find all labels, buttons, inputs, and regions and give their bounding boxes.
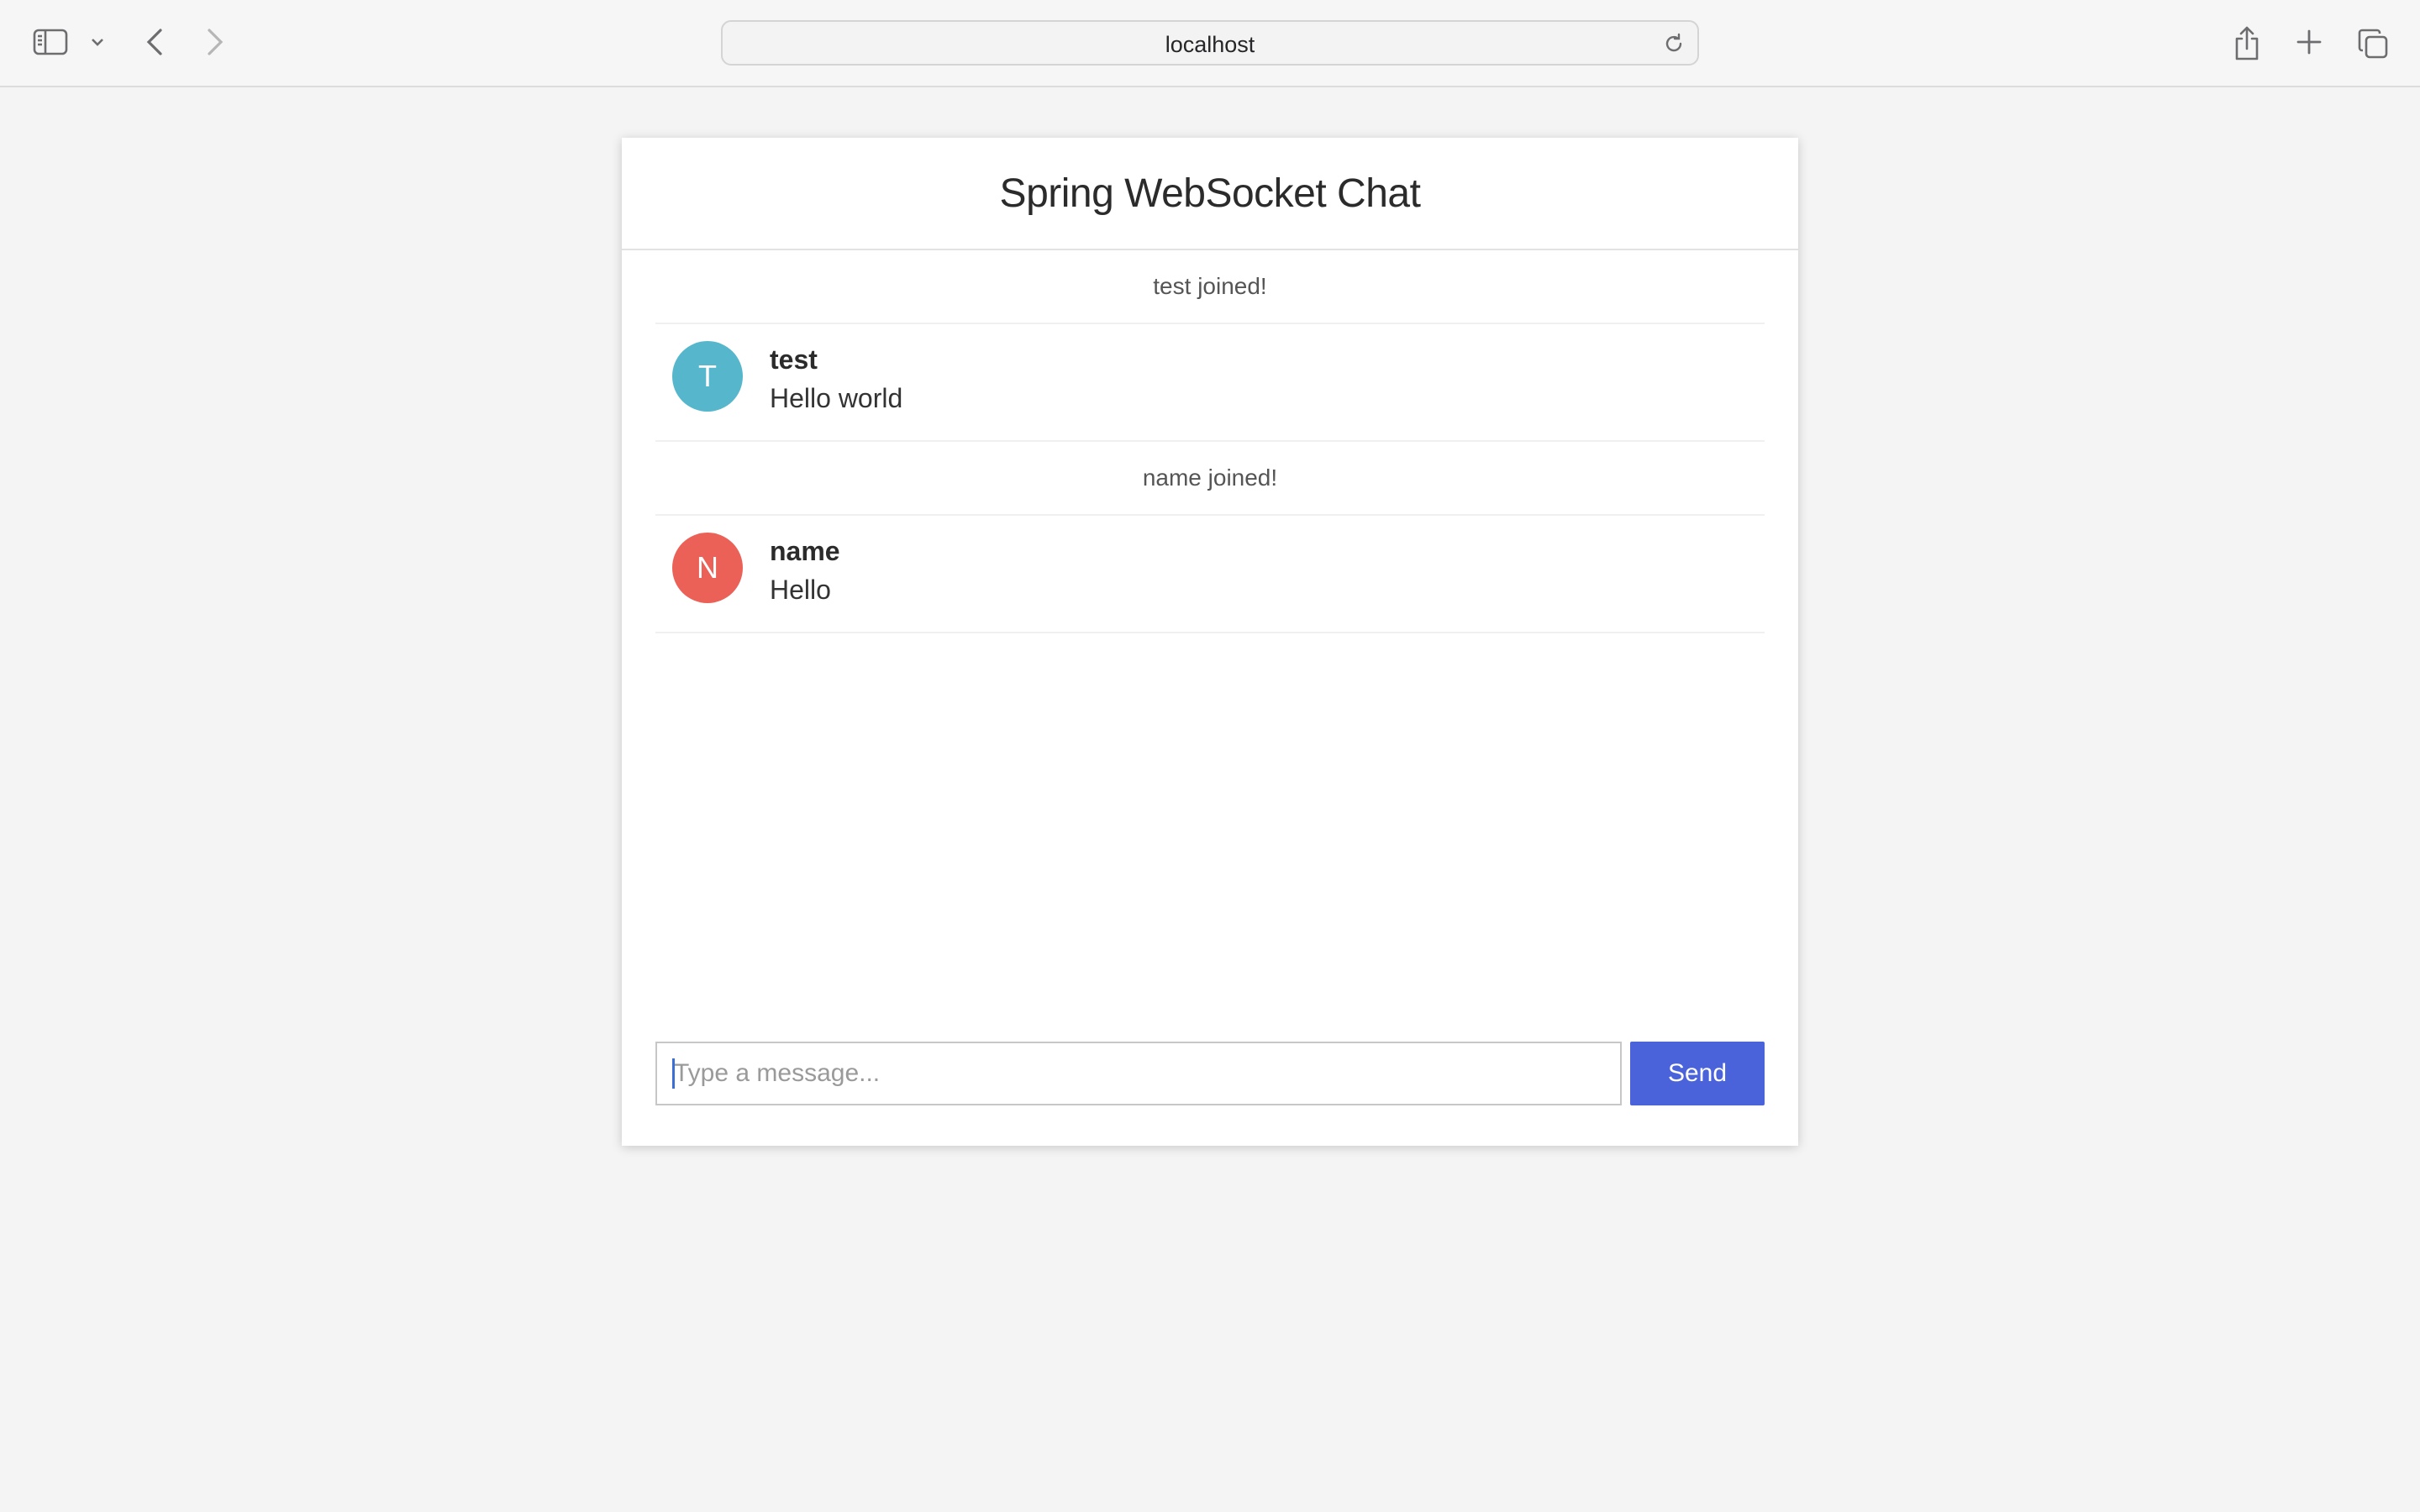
reload-icon[interactable] xyxy=(1662,32,1686,55)
avatar: N xyxy=(672,533,743,603)
chat-header: Spring WebSocket Chat xyxy=(622,138,1798,250)
sidebar-toggle-icon[interactable] xyxy=(30,25,71,59)
event-message-text: name joined! xyxy=(1142,465,1278,491)
browser-toolbar: localhost xyxy=(0,0,2420,87)
message-form: Send xyxy=(655,1042,1765,1105)
avatar-initial: T xyxy=(698,359,717,393)
back-arrow-icon[interactable] xyxy=(141,25,168,59)
avatar-initial: N xyxy=(697,550,718,585)
address-bar[interactable]: localhost xyxy=(721,20,1699,66)
event-message: test joined! xyxy=(655,250,1765,324)
sender-name: name xyxy=(770,536,840,566)
event-message-text: test joined! xyxy=(1153,273,1267,299)
text-cursor xyxy=(672,1058,675,1089)
tab-overview-icon[interactable] xyxy=(2354,25,2391,62)
send-button[interactable]: Send xyxy=(1630,1042,1765,1105)
message-list: test joined! T test Hello world name joi… xyxy=(655,250,1765,633)
plus-icon[interactable] xyxy=(2292,25,2326,59)
event-message: name joined! xyxy=(655,442,1765,516)
message-text: Hello world xyxy=(770,383,903,413)
chat-message: N name Hello xyxy=(655,516,1765,633)
message-input[interactable] xyxy=(655,1042,1622,1105)
sender-name: test xyxy=(770,344,818,375)
page-title: Spring WebSocket Chat xyxy=(999,171,1421,216)
forward-arrow-icon[interactable] xyxy=(202,25,229,59)
chevron-down-icon[interactable] xyxy=(87,32,108,52)
message-text: Hello xyxy=(770,575,831,605)
chat-message: T test Hello world xyxy=(655,324,1765,442)
avatar: T xyxy=(672,341,743,412)
chat-page: Spring WebSocket Chat test joined! T tes… xyxy=(622,138,1798,1146)
address-text: localhost xyxy=(1165,32,1255,57)
share-icon[interactable] xyxy=(2230,24,2264,64)
